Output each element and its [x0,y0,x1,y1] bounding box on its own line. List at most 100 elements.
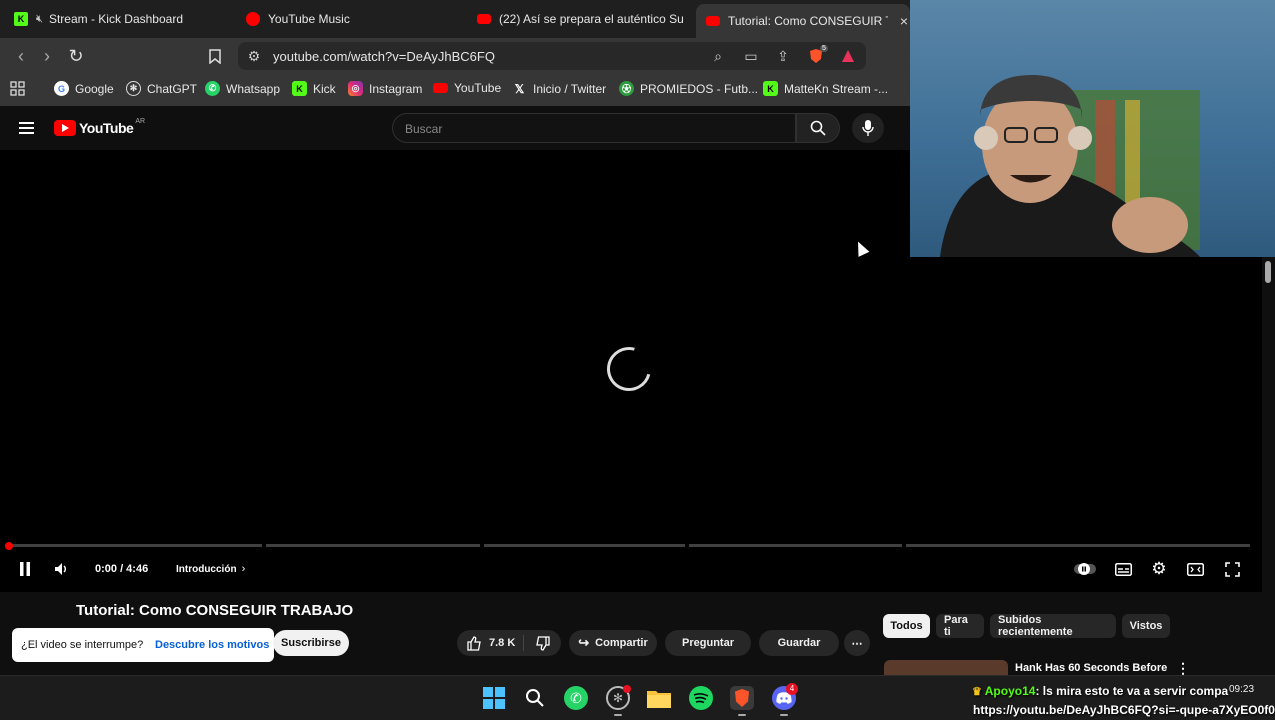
bookmark-label: MatteKn Stream -... [784,81,889,96]
pause-button[interactable] [15,559,35,579]
file-explorer-icon[interactable] [647,686,671,710]
youtube-icon [706,16,720,26]
chapter-button[interactable]: Introducción › [176,559,245,579]
bookmark-google[interactable]: G Google [54,81,114,96]
subscribe-button[interactable]: Suscribirse [273,630,349,656]
toast-question: ¿El video se interrumpe? [21,639,144,651]
brave-browser-icon[interactable] [730,686,754,710]
tab-label: (22) Así se prepara el auténtico Sushi [499,12,683,26]
scrollbar-thumb[interactable] [1265,261,1271,283]
playback-issue-toast: ¿El video se interrumpe? Descubre los mo… [12,628,274,662]
time-display: 0:00 / 4:46 [95,563,149,575]
chapter-segment[interactable] [484,544,685,547]
bookmark-chatgpt[interactable]: ✻ ChatGPT [126,81,197,96]
page-scrollbar[interactable] [1262,257,1275,675]
chip-todos[interactable]: Todos [883,614,930,638]
fullscreen-icon [1224,561,1240,577]
bookmark-matteken[interactable]: K MatteKn Stream -... [763,81,888,96]
bookmark-label: Kick [313,81,336,96]
volume-icon [55,563,66,575]
like-count: 7.8 K [489,637,516,649]
reload-icon[interactable]: ↻ [66,46,86,66]
spotify-icon[interactable] [689,686,713,710]
youtube-icon [433,83,448,93]
scrubber-handle[interactable] [5,542,13,550]
active-app-indicator [738,714,746,716]
chapter-segment[interactable] [8,544,262,547]
share-button[interactable]: ↪ Compartir [569,630,657,656]
chip-vistos[interactable]: Vistos [1122,614,1170,638]
system-clock: 09:23 [1229,684,1255,695]
more-actions-icon[interactable]: ⋯ [844,630,870,656]
whatsapp-icon: ✆ [205,81,220,96]
recommendation-title[interactable]: Hank Has 60 Seconds Before [1015,662,1167,674]
url-text[interactable]: youtube.com/watch?v=DeAyJhBC6FQ [273,49,495,64]
active-app-indicator [614,714,622,716]
volume-button[interactable] [51,559,71,579]
tab-kick-dashboard[interactable]: K 🔇︎ Stream - Kick Dashboard [14,0,234,38]
tab-strip: K 🔇︎ Stream - Kick Dashboard YouTube Mus… [0,0,910,38]
back-icon[interactable]: ‹ [11,46,31,66]
apps-grid-icon[interactable] [10,81,25,96]
bookmark-whatsapp[interactable]: ✆ Whatsapp [205,81,280,96]
cast-icon[interactable]: ▭ [743,48,759,64]
youtube-icon [477,14,491,24]
chatgpt-icon: ✻ [126,81,141,96]
chapter-title: Introducción [176,563,237,575]
bookmark-twitter[interactable]: 𝕏 Inicio / Twitter [512,81,606,96]
share-icon[interactable]: ⇪ [775,48,791,64]
voice-search-button[interactable] [852,113,884,143]
chip-para-ti[interactable]: Para ti [936,614,984,638]
instagram-icon: ◎ [348,81,363,96]
google-icon: G [54,81,69,96]
site-settings-icon[interactable]: ⚙︎ [246,48,262,64]
toast-link[interactable]: Descubre los motivos [155,639,269,651]
whatsapp-icon[interactable]: ✆ [564,686,588,710]
loading-spinner-icon [598,338,660,400]
bookmark-kick[interactable]: K Kick [292,81,336,96]
theater-mode-button[interactable] [1185,559,1205,579]
active-app-indicator [780,714,788,716]
search-button[interactable] [796,113,840,143]
tab-label: YouTube Music [268,12,350,26]
video-details: Tutorial: Como CONSEGUIR TRABAJO ¿El vid… [0,592,1262,680]
zoom-icon[interactable]: ⌕ [710,48,726,64]
thumbs-down-icon [535,635,550,651]
chat-username: Apoyo14 [984,684,1036,698]
logo-text: YouTube [79,120,134,136]
search-input[interactable]: Buscar [392,113,796,143]
save-button[interactable]: Guardar [759,630,839,656]
tab-youtube-music[interactable]: YouTube Music [246,0,456,38]
address-bar[interactable]: ⚙︎ youtube.com/watch?v=DeAyJhBC6FQ ⌕ ▭ ⇪… [238,42,866,70]
share-arrow-icon: ↪ [578,635,590,650]
subtitles-button[interactable] [1113,559,1133,579]
brave-rewards-icon[interactable] [840,48,856,64]
chapter-segment[interactable] [266,544,480,547]
menu-icon[interactable] [19,122,34,134]
chapter-segment[interactable] [906,544,1250,547]
dislike-button[interactable] [524,630,560,656]
search-icon[interactable] [523,686,547,710]
bookmark-icon[interactable] [205,46,225,66]
tab-active-tutorial[interactable]: Tutorial: Como CONSEGUIR TRA × [696,4,910,38]
settings-icon[interactable]: ⚙︎ [1149,559,1169,579]
bookmark-label: Inicio / Twitter [533,81,607,96]
tab-sushi-video[interactable]: (22) Así se prepara el auténtico Sushi [477,0,683,38]
microphone-icon [862,120,874,136]
windows-taskbar: ✆ ✻ 4 ♛ Apoyo14: ls mira esto te va a se… [0,675,1275,720]
forward-icon[interactable]: › [37,46,57,66]
bookmark-instagram[interactable]: ◎ Instagram [348,81,422,96]
bookmark-youtube[interactable]: YouTube [433,81,501,95]
autoplay-toggle[interactable] [1072,559,1098,579]
chip-subidos-recientemente[interactable]: Subidos recientemente [990,614,1116,638]
muted-icon[interactable]: 🔇︎ [36,13,43,26]
chapter-segment[interactable] [689,544,902,547]
close-tab-icon[interactable]: × [900,13,908,29]
webcam-overlay [910,0,1275,257]
youtube-logo[interactable]: YouTube AR [54,118,145,136]
windows-start-icon[interactable] [482,686,506,710]
bookmark-promiedos[interactable]: ⚽︎ PROMIEDOS - Futb... [619,81,758,96]
fullscreen-button[interactable] [1222,559,1242,579]
bookmarks-bar: G Google ✻ ChatGPT ✆ Whatsapp K Kick ◎ Instag… [0,74,910,106]
ask-button[interactable]: Preguntar [665,630,751,656]
